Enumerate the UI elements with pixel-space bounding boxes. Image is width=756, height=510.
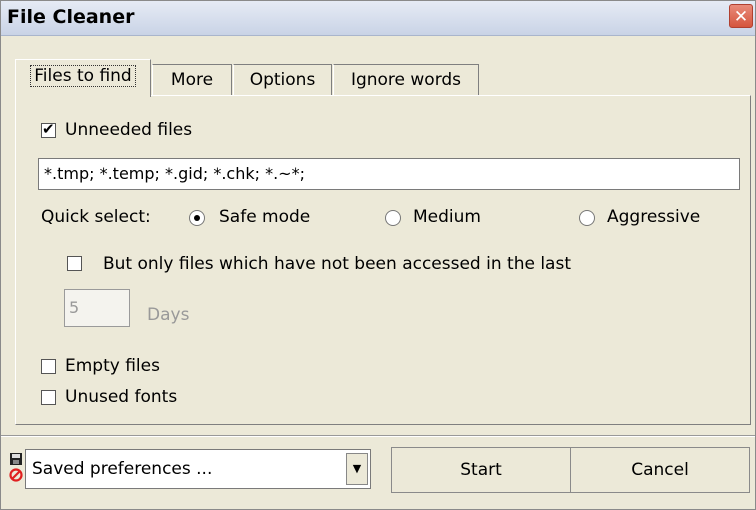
tab-label: More <box>170 70 214 90</box>
unused-fonts-label: Unused fonts <box>65 387 178 407</box>
saved-preferences-dropdown[interactable]: Saved preferences ... ▼ <box>25 449 371 489</box>
empty-files-checkbox[interactable] <box>41 359 56 374</box>
save-delete-icon[interactable] <box>9 452 23 484</box>
tab-label: Ignore words <box>350 70 462 90</box>
unneeded-files-label: Unneeded files <box>65 120 193 140</box>
safe-mode-label: Safe mode <box>219 207 311 227</box>
tab-more[interactable]: More <box>152 64 232 96</box>
radio-medium[interactable] <box>385 210 401 226</box>
tab-options[interactable]: Options <box>233 64 332 96</box>
cancel-button[interactable]: Cancel <box>570 447 750 493</box>
medium-label: Medium <box>413 207 481 227</box>
close-button[interactable]: ✕ <box>729 4 753 28</box>
not-accessed-label: But only files which have not been acces… <box>103 254 571 274</box>
tab-files-to-find[interactable]: Files to find <box>15 59 151 97</box>
radio-aggressive[interactable] <box>579 210 595 226</box>
unneeded-files-checkbox[interactable] <box>41 120 56 138</box>
file-patterns-input[interactable]: *.tmp; *.temp; *.gid; *.chk; *.~*; <box>38 158 740 190</box>
quick-select-label: Quick select: <box>41 207 151 227</box>
tab-ignore-words[interactable]: Ignore words <box>333 64 479 96</box>
days-label: Days <box>147 305 190 325</box>
aggressive-label: Aggressive <box>607 207 701 227</box>
footer-separator <box>1 435 755 437</box>
window-title: File Cleaner <box>7 6 135 28</box>
days-input[interactable]: 5 <box>64 289 130 327</box>
not-accessed-checkbox[interactable] <box>67 256 82 271</box>
empty-files-label: Empty files <box>65 356 160 376</box>
start-button[interactable]: Start <box>391 447 571 493</box>
unused-fonts-checkbox[interactable] <box>41 390 56 405</box>
tab-label: Options <box>249 70 316 90</box>
saved-preferences-value: Saved preferences ... <box>32 459 213 479</box>
tab-label: Files to find <box>30 65 136 87</box>
file-cleaner-window: File Cleaner ✕ Files to find More Option… <box>0 0 756 510</box>
title-bar: File Cleaner ✕ <box>1 1 755 36</box>
chevron-down-icon[interactable]: ▼ <box>346 453 368 485</box>
radio-safe-mode[interactable] <box>189 210 205 226</box>
